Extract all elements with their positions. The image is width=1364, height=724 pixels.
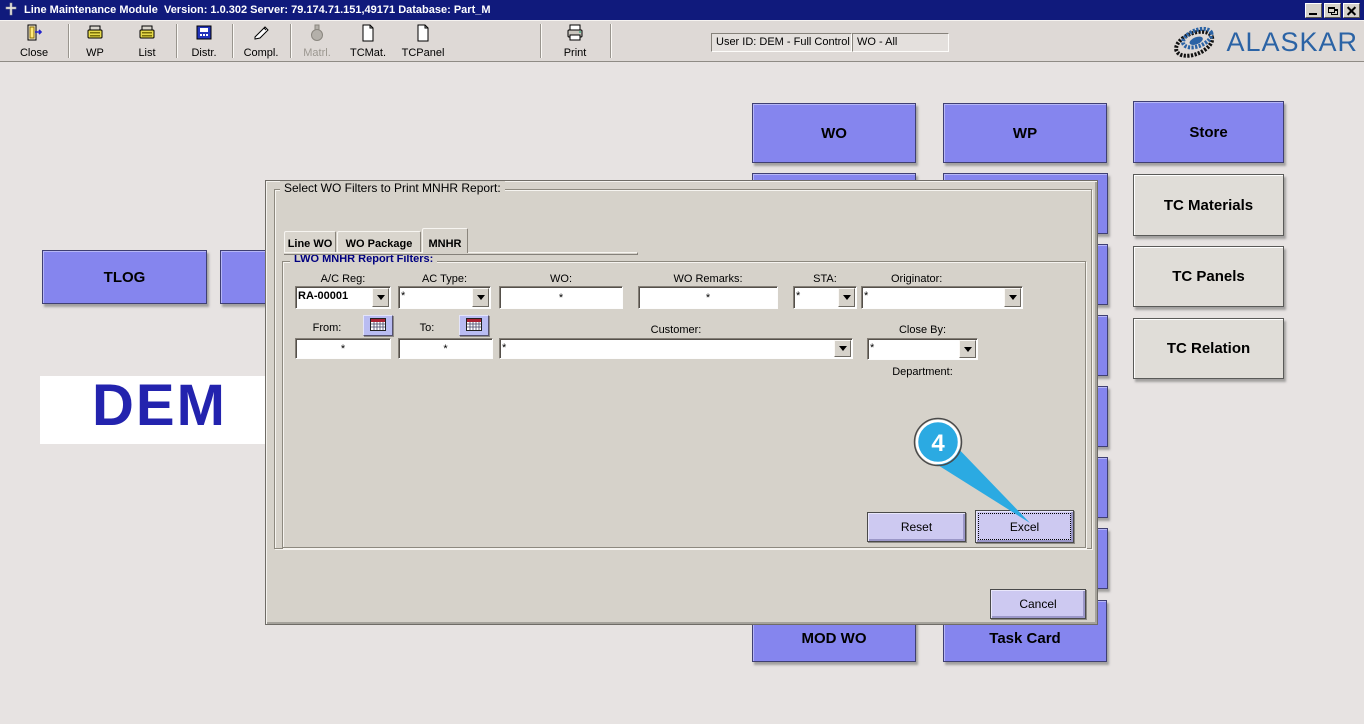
ac-type-label: AC Type: [421,273,468,285]
customer-label: Customer: [650,324,702,336]
title-bar: Line Maintenance Module Version: 1.0.302… [0,0,1364,20]
originator-combobox[interactable]: * [861,286,1023,309]
toolbar-tcmat-button[interactable]: TCMat. [342,22,394,60]
close-by-combobox[interactable]: * [867,338,978,360]
originator-label: Originator: [891,273,943,285]
toolbar-close-button[interactable]: Close [4,22,64,60]
ac-type-combobox[interactable]: * [398,286,491,309]
sta-label: STA: [813,273,837,285]
exit-door-icon [24,23,44,46]
window-title: Line Maintenance Module Version: 1.0.302… [24,4,491,16]
department-label: Department: [892,366,953,378]
tc-relation-button[interactable]: TC Relation [1133,318,1284,379]
document-icon [413,23,433,46]
sta-combobox[interactable]: * [793,286,857,309]
tab-mnhr[interactable]: MNHR [422,228,468,253]
toolbar-wp-button[interactable]: WP [69,22,121,60]
toolbar-separator [610,24,612,58]
to-calendar-button[interactable] [459,315,489,336]
chevron-down-icon[interactable] [834,340,851,357]
toolbar-print-button[interactable]: Print [548,22,602,60]
ac-reg-label: A/C Reg: [320,273,366,285]
ac-reg-combobox[interactable]: RA-00001 [295,286,391,309]
chevron-down-icon[interactable] [838,288,855,307]
app-cross-icon [4,2,18,19]
mnhr-report-dialog: Select WO Filters to Print MNHR Report: … [265,180,1098,625]
wo-remarks-label: WO Remarks: [673,273,743,285]
logo-text: ALASKAR [1226,27,1358,57]
calendar-icon [370,317,386,334]
chevron-down-icon[interactable] [372,288,389,307]
printer-yellow-icon [137,23,157,46]
printer-icon [565,23,585,46]
wo-input[interactable] [499,286,623,309]
toolbar-separator [540,24,542,58]
reset-button[interactable]: Reset [867,512,966,542]
wo-button[interactable]: WO [752,103,916,163]
app-window: Line Maintenance Module Version: 1.0.302… [0,0,1364,724]
from-input[interactable] [295,338,391,359]
user-id-box: User ID: DEM - Full Control [711,33,852,52]
dialog-title: Select WO Filters to Print MNHR Report: [280,181,505,195]
alaskar-swoosh-icon [1170,21,1226,64]
toolbar-matrl-button[interactable]: Matrl. [292,22,342,60]
from-label: From: [312,322,342,334]
minimize-icon[interactable] [1305,2,1322,18]
tab-line-wo[interactable]: Line WO [284,231,336,252]
close-by-label: Close By: [898,324,947,336]
tlog-button[interactable]: TLOG [42,250,207,304]
wo-remarks-input[interactable] [638,286,778,309]
from-calendar-button[interactable] [363,315,393,336]
tc-materials-button[interactable]: TC Materials [1133,174,1284,236]
alaskar-logo: ALASKAR [1170,21,1358,64]
calendar-icon [466,317,482,334]
close-icon[interactable] [1343,2,1360,18]
demo-watermark: DEM [40,376,266,444]
printer-yellow-icon [85,23,105,46]
wo-mode-box: WO - All [852,33,949,52]
to-input[interactable] [398,338,493,359]
tc-panels-button[interactable]: TC Panels [1133,246,1284,307]
wp-button[interactable]: WP [943,103,1107,163]
restore-icon[interactable] [1324,2,1341,18]
customer-combobox[interactable]: * [499,338,853,359]
document-icon [358,23,378,46]
toolbar-distr-button[interactable]: Distr. [178,22,230,60]
cancel-button[interactable]: Cancel [990,589,1086,619]
toolbar-tcpanel-button[interactable]: TCPanel [394,22,452,60]
chevron-down-icon[interactable] [959,340,976,358]
toolbar-list-button[interactable]: List [121,22,173,60]
toolbar: Close WP List Distr. Compl. Matrl. TCMat… [0,20,1364,62]
store-button[interactable]: Store [1133,101,1284,163]
hand-sign-icon [251,23,271,46]
flask-icon [307,23,327,46]
demo-text: DEM [92,376,227,438]
toolbar-compl-button[interactable]: Compl. [234,22,288,60]
to-label: To: [419,322,435,334]
wo-label: WO: [550,273,572,285]
chevron-down-icon[interactable] [1004,288,1021,307]
distribution-disk-icon [194,23,214,46]
chevron-down-icon[interactable] [472,288,489,307]
tab-wo-package[interactable]: WO Package [337,231,421,252]
excel-button[interactable]: Excel [975,510,1074,543]
